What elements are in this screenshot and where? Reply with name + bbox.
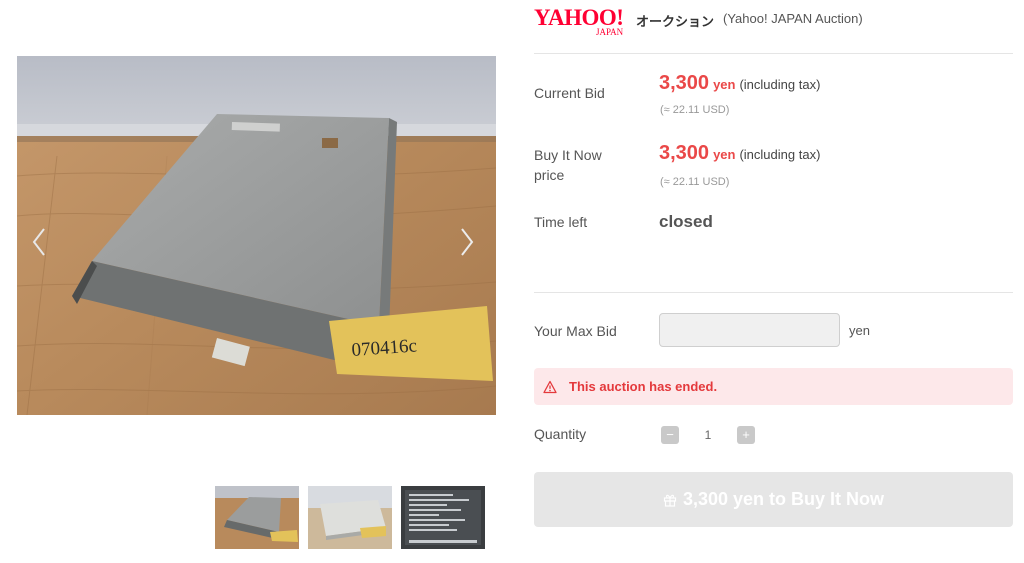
thumbnail-2[interactable]	[308, 486, 392, 549]
buy-now-tax: (including tax)	[739, 147, 821, 162]
time-left-value: closed	[659, 212, 713, 231]
max-bid-label: Your Max Bid	[534, 323, 617, 339]
auction-title-jp: オークション	[636, 14, 715, 29]
quantity-value[interactable]: 1	[679, 428, 737, 442]
auction-info-panel: YAHOO! JAPAN オークション (Yahoo! JAPAN Auctio…	[534, 0, 1013, 563]
quantity-decrement-button[interactable]: −	[661, 426, 679, 444]
buy-now-price: 3,300 yen (including tax)	[659, 142, 820, 165]
max-bid-input[interactable]	[659, 313, 840, 347]
max-bid-unit: yen	[849, 323, 870, 338]
auction-title-en: (Yahoo! JAPAN Auction)	[723, 11, 863, 26]
buy-now-label-line2: price	[534, 167, 565, 183]
auction-ended-alert: This auction has ended.	[534, 368, 1013, 405]
logo-sub: JAPAN	[596, 27, 624, 37]
divider	[534, 292, 1013, 293]
current-bid-amount: 3,300	[659, 72, 710, 94]
auction-ended-text: This auction has ended.	[569, 379, 718, 394]
current-bid-tax: (including tax)	[739, 77, 821, 92]
quantity-stepper: − 1 +	[661, 426, 755, 444]
current-bid-label: Current Bid	[534, 85, 605, 101]
main-product-photo[interactable]: 070416c	[17, 56, 496, 415]
buy-now-amount: 3,300	[659, 142, 710, 164]
buy-now-unit: yen	[713, 147, 736, 162]
yahoo-japan-logo[interactable]: YAHOO! JAPAN	[534, 6, 636, 38]
time-left-label: Time left	[534, 214, 588, 230]
buy-now-label-line1: Buy It Now	[534, 147, 602, 163]
current-bid-price: 3,300 yen (including tax)	[659, 72, 820, 95]
chevron-right-icon[interactable]	[456, 222, 478, 262]
quantity-label: Quantity	[534, 426, 587, 442]
buy-now-usd: (≈ 22.11 USD)	[660, 176, 730, 188]
current-bid-unit: yen	[713, 77, 736, 92]
gift-icon	[663, 494, 677, 507]
thumbnail-1[interactable]	[215, 486, 299, 549]
buy-it-now-button[interactable]: 3,300 yen to Buy It Now	[534, 472, 1013, 527]
buy-it-now-label: 3,300 yen to Buy It Now	[682, 489, 885, 509]
current-bid-usd: (≈ 22.11 USD)	[660, 104, 730, 116]
buy-now-label: Buy It Now price	[534, 145, 602, 185]
thumbnail-3[interactable]	[401, 486, 485, 549]
site-brand: YAHOO! JAPAN オークション (Yahoo! JAPAN Auctio…	[534, 6, 863, 38]
chevron-left-icon[interactable]	[28, 222, 50, 262]
quantity-increment-button[interactable]: +	[737, 426, 755, 444]
divider	[534, 53, 1013, 54]
thumbnail-strip	[215, 486, 485, 549]
warning-icon	[543, 380, 557, 393]
